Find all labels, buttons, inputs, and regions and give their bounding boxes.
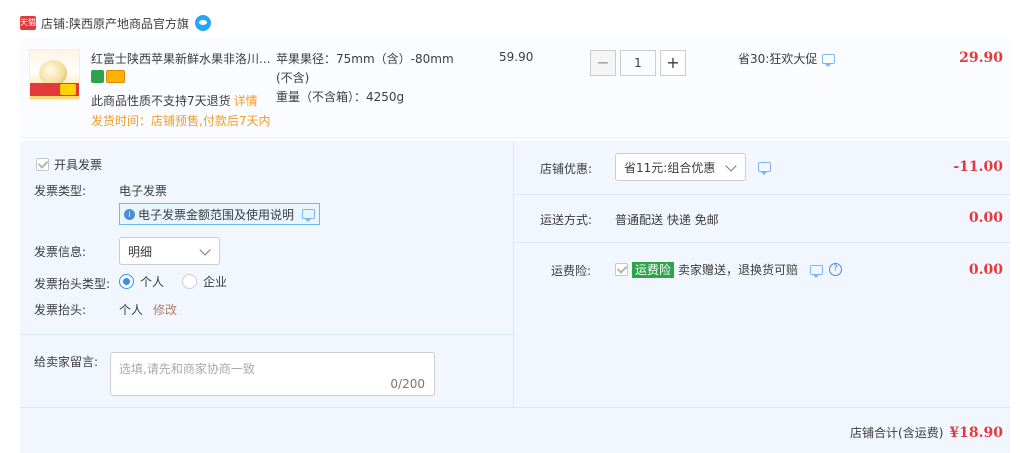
invoice-title-label: 发票抬头: [34,303,87,317]
radio-personal-label[interactable]: 个人 [140,273,164,290]
chevron-down-icon [725,160,737,172]
insurance-text: 卖家赠送，退换货可赔 [678,263,799,277]
store-discount-selected: 省11元:组合优惠 [624,160,716,175]
invoice-title-type-radios: 个人 企业 [119,273,227,290]
invoice-info-selected: 明细 [128,244,153,259]
shipping-method: 普通配送 快递 免邮 [615,213,719,227]
sku-diameter: 苹果果径：75mm（含）-80mm [276,52,454,66]
insurance-checkbox[interactable] [615,263,628,276]
chevron-down-icon [199,244,211,256]
service-badge-icon[interactable] [91,70,104,83]
store-discount-label: 店铺优惠: [540,162,593,176]
ship-time-note: 发货时间：店铺预售,付款后7天内 [91,114,271,128]
unit-price: 59.90 [499,50,534,64]
invoice-toggle-label: 开具发票 [54,158,103,172]
invoice-help-text: 电子发票金额范围及使用说明 [138,207,295,222]
invoice-info-select[interactable]: 明细 [119,237,220,265]
return-detail-link[interactable]: 详情 [234,94,258,108]
invoice-checkbox[interactable] [36,158,49,171]
return-policy-note: 此商品性质不支持7天退货 详情 [91,92,258,109]
store-discount-amount: -11.00 [953,159,1003,175]
quantity-input[interactable]: 1 [620,50,656,76]
store-total-amount: ¥18.90 [949,425,1003,441]
store-total: 店铺合计(含运费) ¥18.90 [850,424,1003,441]
invoice-title-type-label: 发票抬头类型: [34,277,111,291]
tmall-badge-icon: 天猫 [20,16,36,30]
item-subtotal: 29.90 [959,50,1003,66]
store-label: 店铺: [41,16,70,31]
decrease-quantity-button[interactable]: − [590,50,616,76]
invoice-type-value: 电子发票 [119,184,168,198]
store-discount-select[interactable]: 省11元:组合优惠 [615,153,746,181]
chat-seller-icon[interactable] [195,15,212,31]
price-tag-graphic [30,83,79,96]
invoice-help-box[interactable]: i 电子发票金额范围及使用说明 [119,203,321,225]
divider [515,194,1010,195]
shipping-label: 运送方式: [540,213,593,227]
invoice-title-value-row: 个人 修改 [119,301,177,318]
quantity-stepper: − 1 + [590,50,686,76]
sku-weight: 重量（不含箱）：4250g [276,90,405,104]
invoice-info-label: 发票信息: [34,245,87,259]
memo-char-count: 0/200 [390,377,425,391]
increase-quantity-button[interactable]: + [660,50,686,76]
order-summary-section: 店铺优惠: 省11元:组合优惠 -11.00 运送方式: 普通配送 快递 免邮 … [515,141,1010,407]
invoice-section: 开具发票 发票类型: 电子发票 i 电子发票金额范围及使用说明 发票信息: 明细… [20,141,514,407]
product-thumbnail[interactable] [29,49,80,100]
item-promotion: 省30:狂欢大促 [738,50,836,67]
invoice-modify-link[interactable]: 修改 [153,303,177,317]
store-name-link[interactable]: 陕西原产地商品官方旗 [69,15,189,32]
invoice-type-label: 发票类型: [34,184,87,198]
radio-personal[interactable] [119,274,134,289]
radio-company[interactable] [182,274,198,289]
insurance-comment-icon[interactable] [810,264,824,278]
invoice-help-comment-icon[interactable] [302,209,316,222]
insurance-amount: 0.00 [968,262,1003,278]
product-title-link[interactable]: 红富士陕西苹果新鲜水果非洛川... [91,50,271,67]
invoice-toggle[interactable]: 开具发票 [36,156,102,173]
divider [515,242,1010,243]
radio-company-label[interactable]: 企业 [203,273,227,290]
cart-item-row: 红富士陕西苹果新鲜水果非洛川... 此商品性质不支持7天退货 详情 发货时间：店铺… [20,38,1010,138]
insurance-tag: 运费险 [632,261,675,278]
insurance-row: 运费险 卖家赠送，退换货可赔 ? [615,261,843,278]
product-badges [91,70,125,83]
promotion-text: 省30:狂欢大促 [738,52,818,66]
seller-memo-textarea[interactable]: 选填,请先和商家协商一致 0/200 [110,352,435,396]
promotion-comment-icon[interactable] [822,53,836,67]
discount-comment-icon[interactable] [758,162,771,175]
info-icon: i [124,208,135,220]
sku-diameter-cont: (不含) [276,71,310,85]
divider [20,334,513,335]
shipping-amount: 0.00 [968,210,1003,226]
memo-label: 给卖家留言: [34,355,99,369]
return-note-text: 此商品性质不支持7天退货 [91,94,231,108]
store-total-label: 店铺合计(含运费) [850,426,944,440]
card-badge-icon[interactable] [106,70,125,83]
divider [20,407,1010,408]
sku-info: 苹果果径：75mm（含）-80mm (不含) 重量（不含箱）：4250g [276,50,476,107]
store-header: 天猫 店铺: 陕西原产地商品官方旗 [20,12,212,34]
help-icon[interactable]: ? [829,263,843,276]
memo-placeholder: 选填,请先和商家协商一致 [119,362,255,376]
invoice-title-value: 个人 [119,303,144,317]
order-options-panel: 开具发票 发票类型: 电子发票 i 电子发票金额范围及使用说明 发票信息: 明细… [20,141,1010,453]
insurance-label: 运费险: [551,264,592,278]
